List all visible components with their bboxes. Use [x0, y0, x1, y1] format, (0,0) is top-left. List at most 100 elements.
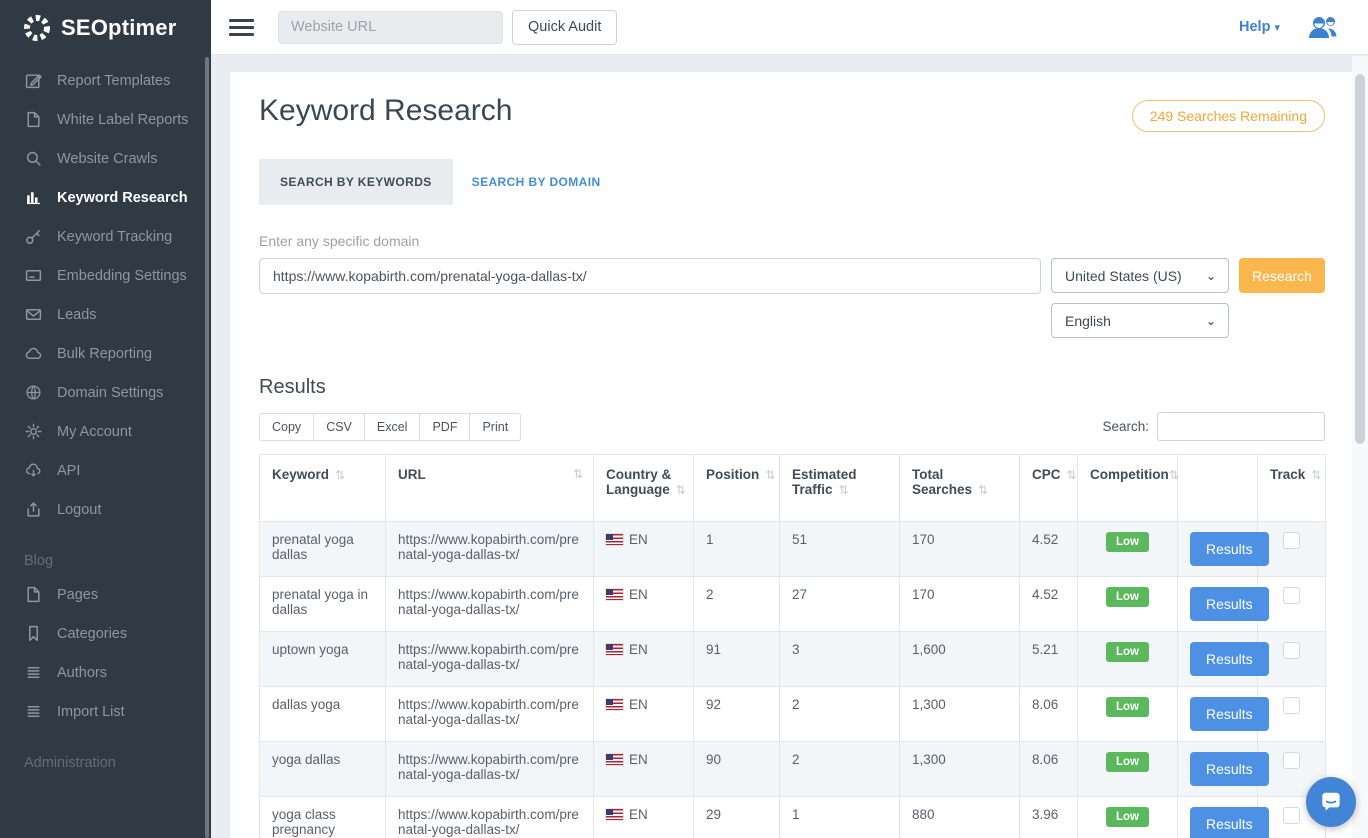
competition-badge: Low [1106, 587, 1149, 607]
website-url-input[interactable] [278, 11, 503, 44]
excel-button[interactable]: Excel [364, 413, 421, 441]
sidebar-item-categories[interactable]: Categories [0, 614, 211, 653]
results-button[interactable]: Results [1190, 807, 1269, 838]
us-flag-icon [606, 754, 623, 765]
table-row: prenatal yoga dallas https://www.kopabir… [260, 522, 1326, 577]
export-button-group: Copy CSV Excel PDF Print [259, 413, 521, 441]
tab-search-by-keywords[interactable]: SEARCH BY KEYWORDS [259, 159, 453, 205]
url-cell: https://www.kopabirth.com/prenatal-yoga-… [386, 742, 594, 797]
col-header-cpc[interactable]: CPC⇅ [1020, 455, 1078, 522]
sidebar-item-api[interactable]: API [0, 451, 211, 490]
sidebar-item-leads[interactable]: Leads [0, 295, 211, 334]
table-row: uptown yoga https://www.kopabirth.com/pr… [260, 632, 1326, 687]
sidebar-item-my-account[interactable]: My Account [0, 412, 211, 451]
position-cell: 2 [694, 577, 780, 632]
keyword-cell: uptown yoga [260, 632, 386, 687]
quick-audit-button[interactable]: Quick Audit [512, 10, 617, 45]
sort-icon: ⇅ [1067, 468, 1077, 482]
sidebar-item-label: Website Crawls [57, 151, 157, 167]
csv-button[interactable]: CSV [313, 413, 365, 441]
sidebar-item-label: Domain Settings [57, 385, 163, 401]
keyword-cell: prenatal yoga dallas [260, 522, 386, 577]
url-cell: https://www.kopabirth.com/prenatal-yoga-… [386, 577, 594, 632]
edit-icon [24, 72, 42, 89]
search-form: United States (US) ⌄ Research English ⌄ [259, 258, 1325, 338]
track-checkbox[interactable] [1283, 697, 1300, 714]
globe-icon [24, 384, 42, 401]
table-search-input[interactable] [1157, 412, 1325, 441]
cpc-cell: 4.52 [1020, 577, 1078, 632]
tab-search-by-domain[interactable]: SEARCH BY DOMAIN [453, 159, 620, 205]
results-cell: Results [1178, 577, 1258, 632]
research-button[interactable]: Research [1239, 258, 1325, 293]
col-header-keyword[interactable]: Keyword⇅ [260, 455, 386, 522]
traffic-cell: 51 [780, 522, 900, 577]
keyword-cell: dallas yoga [260, 687, 386, 742]
table-row: prenatal yoga in dallas https://www.kopa… [260, 577, 1326, 632]
col-header-position[interactable]: Position⇅ [694, 455, 780, 522]
col-header-url[interactable]: URL⇅ [386, 455, 594, 522]
track-checkbox[interactable] [1283, 642, 1300, 659]
results-button[interactable]: Results [1190, 642, 1269, 676]
chat-widget-button[interactable] [1306, 777, 1356, 827]
sidebar-item-pages[interactable]: Pages [0, 575, 211, 614]
copy-button[interactable]: Copy [259, 413, 314, 441]
sidebar-item-authors[interactable]: Authors [0, 653, 211, 692]
country-select[interactable]: United States (US) ⌄ [1051, 258, 1229, 293]
competition-badge: Low [1106, 697, 1149, 717]
track-checkbox[interactable] [1283, 532, 1300, 549]
position-cell: 1 [694, 522, 780, 577]
sidebar-item-label: Authors [57, 665, 107, 681]
table-row: dallas yoga https://www.kopabirth.com/pr… [260, 687, 1326, 742]
app-window: SEOptimer Report Templates White Label R… [0, 0, 1368, 838]
col-header-track[interactable]: Track⇅ [1258, 455, 1326, 522]
results-button[interactable]: Results [1190, 587, 1269, 621]
main-area: Quick Audit Help ▾ Keyword Research 249 … [211, 0, 1368, 838]
sidebar-item-white-label-reports[interactable]: White Label Reports [0, 100, 211, 139]
scrollbar-thumb[interactable] [1355, 74, 1365, 444]
chevron-down-icon: ⌄ [1206, 314, 1216, 328]
sidebar-item-embedding-settings[interactable]: Embedding Settings [0, 256, 211, 295]
track-checkbox[interactable] [1283, 752, 1300, 769]
position-cell: 91 [694, 632, 780, 687]
print-button[interactable]: Print [469, 413, 521, 441]
us-flag-icon [606, 589, 623, 600]
track-checkbox[interactable] [1283, 807, 1300, 824]
sidebar-item-bulk-reporting[interactable]: Bulk Reporting [0, 334, 211, 373]
cpc-cell: 5.21 [1020, 632, 1078, 687]
competition-cell: Low [1078, 687, 1178, 742]
url-cell: https://www.kopabirth.com/prenatal-yoga-… [386, 522, 594, 577]
sidebar-scrollbar[interactable] [205, 57, 209, 838]
keyword-cell: yoga class pregnancy [260, 797, 386, 838]
results-button[interactable]: Results [1190, 532, 1269, 566]
sidebar-item-import-list[interactable]: Import List [0, 692, 211, 731]
track-checkbox[interactable] [1283, 587, 1300, 604]
col-header-competition[interactable]: Competition⇅ [1078, 455, 1178, 522]
file-icon [24, 111, 42, 128]
hamburger-menu-icon[interactable] [229, 19, 254, 36]
searches-cell: 170 [900, 577, 1020, 632]
competition-badge: Low [1106, 532, 1149, 552]
help-dropdown[interactable]: Help ▾ [1239, 19, 1280, 35]
language-select[interactable]: English ⌄ [1051, 303, 1229, 338]
sidebar-item-label: My Account [57, 424, 132, 440]
domain-input[interactable] [259, 258, 1041, 294]
col-header-estimated-traffic[interactable]: Estimated Traffic⇅ [780, 455, 900, 522]
pdf-button[interactable]: PDF [419, 413, 470, 441]
search-icon [24, 150, 42, 167]
users-icon[interactable] [1306, 14, 1340, 40]
sidebar-item-website-crawls[interactable]: Website Crawls [0, 139, 211, 178]
brand-logo[interactable]: SEOptimer [0, 0, 211, 55]
searches-cell: 170 [900, 522, 1020, 577]
sidebar-item-keyword-tracking[interactable]: Keyword Tracking [0, 217, 211, 256]
col-header-total-searches[interactable]: Total Searches⇅ [900, 455, 1020, 522]
sidebar-item-keyword-research[interactable]: Keyword Research [0, 178, 211, 217]
results-button[interactable]: Results [1190, 752, 1269, 786]
sidebar-item-logout[interactable]: Logout [0, 490, 211, 529]
sidebar-item-domain-settings[interactable]: Domain Settings [0, 373, 211, 412]
col-header-country-language[interactable]: Country & Language⇅ [594, 455, 694, 522]
sort-icon: ⇅ [1311, 468, 1321, 482]
logout-icon [24, 501, 42, 518]
sidebar-item-report-templates[interactable]: Report Templates [0, 61, 211, 100]
results-button[interactable]: Results [1190, 697, 1269, 731]
